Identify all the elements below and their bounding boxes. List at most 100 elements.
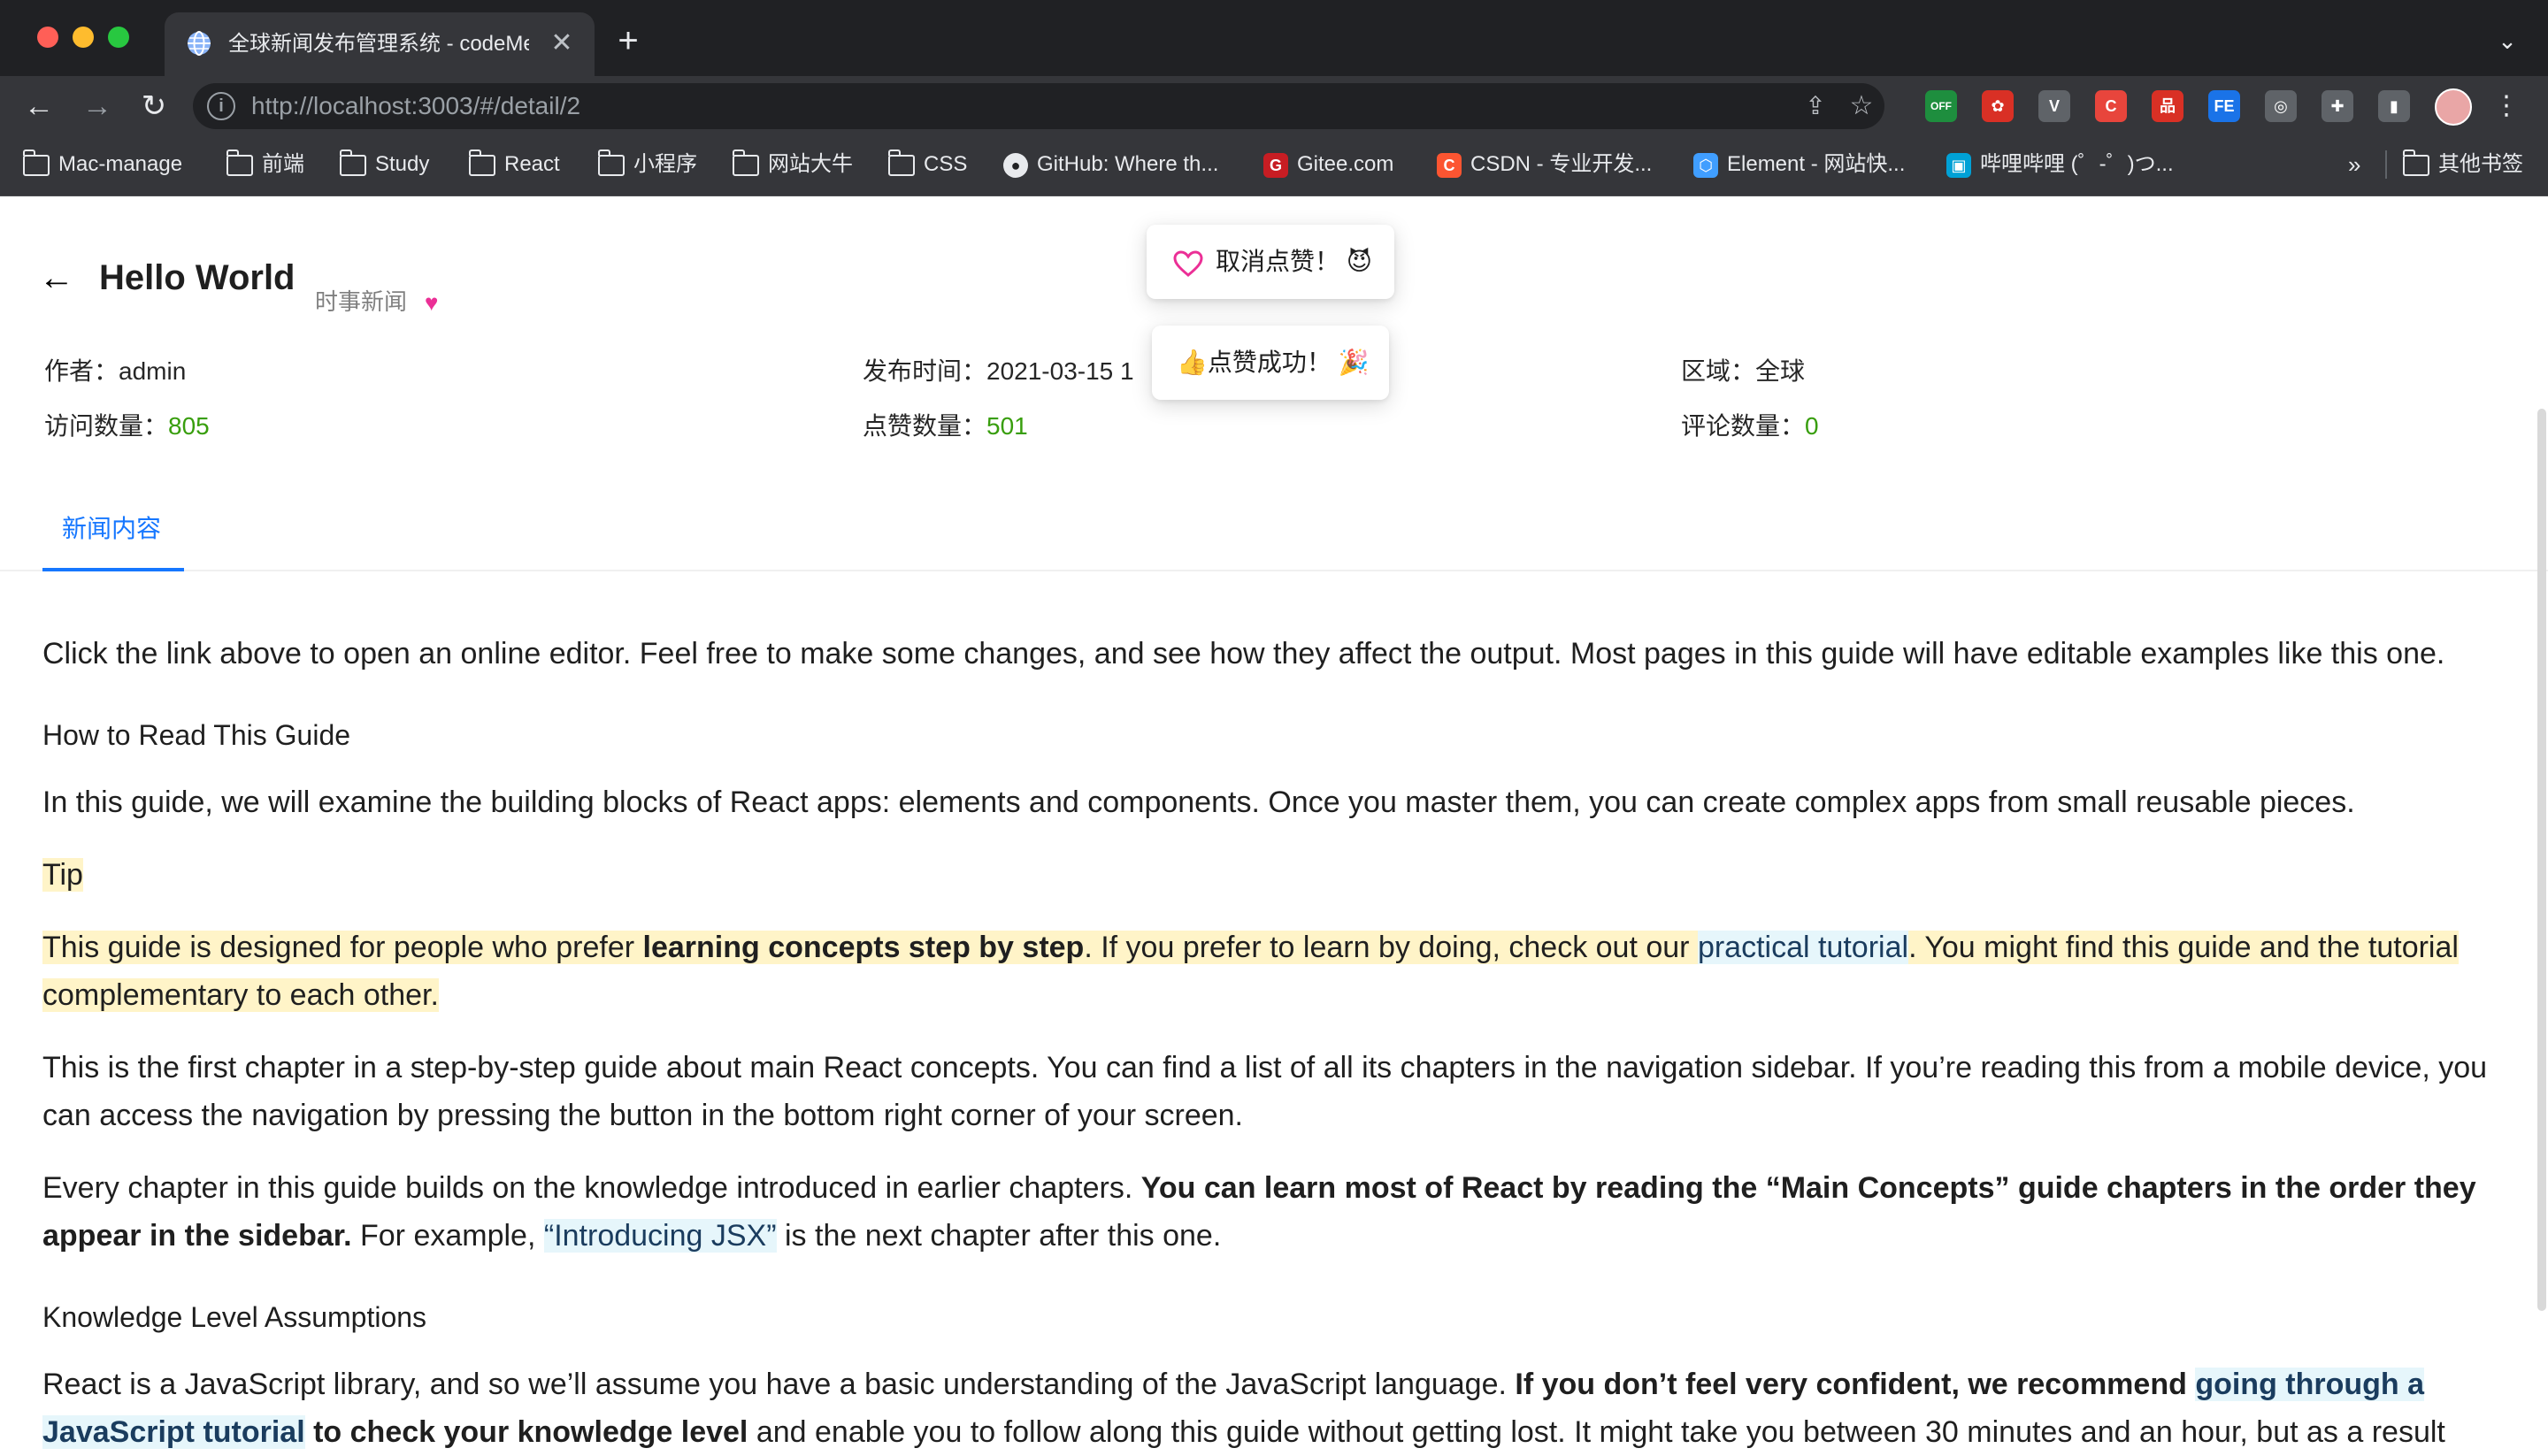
bookmark-label: 哔哩哔哩 (゜-゜)つ... [1980,152,2174,176]
bookmark-item[interactable]: React [468,147,560,182]
bookmark-item[interactable]: G Gitee.com [1263,147,1393,182]
red-extension-icon[interactable]: ✿ [1982,90,2014,122]
site-info-icon[interactable]: i [207,92,235,120]
region-label: 区域： [1681,357,1756,385]
close-window-button[interactable] [37,27,58,48]
tab-strip: 全球新闻发布管理系统 - codeMe ✕ + ⌄ [0,0,2548,76]
publish-value: 2021-03-15 1 [986,357,1134,385]
reload-icon[interactable]: ↻ [136,88,172,124]
fe-extension-icon[interactable]: FE [2208,90,2240,122]
meta-comments: 评论数量：0 [1681,410,1819,442]
bookmark-label: 前端 [262,152,304,176]
tab-search-chevron-icon[interactable]: ⌄ [2491,25,2523,57]
content-paragraph: Every chapter in this guide builds on th… [42,1164,2502,1260]
paragraph-text: For example, [351,1219,544,1253]
close-tab-icon[interactable]: ✕ [547,28,577,58]
bookmark-star-icon[interactable]: ☆ [1846,90,1877,122]
paragraph-text: Every chapter in this guide builds on th… [42,1171,1141,1205]
paragraph-bold-text: If you don’t feel very confident, we rec… [1515,1368,2196,1401]
content-paragraph: In this guide, we will examine the build… [42,785,2355,819]
paragraph-bold-text: to check your knowledge level [304,1415,748,1449]
comments-label: 评论数量： [1681,412,1806,440]
browser-menu-icon[interactable]: ⋮ [2493,88,2520,124]
news-category: 时事新闻 [315,288,408,315]
like-success-text: 点赞成功！ [1207,349,1332,376]
forward-arrow-icon[interactable]: → [80,88,115,124]
bookmark-item[interactable]: Mac-manage [22,147,182,182]
folder-icon [339,149,366,176]
bookmark-item[interactable]: 网站大牛 [732,147,853,182]
heart-outline-icon [1173,225,1203,299]
region-value: 全球 [1755,357,1806,385]
content-paragraph: Click the link above to open an online e… [42,637,2445,671]
introducing-jsx-link[interactable]: “Introducing JSX” [543,1219,777,1253]
meta-author: 作者：admin [44,356,186,387]
publish-label: 发布时间： [863,357,987,385]
url-text[interactable]: http://localhost:3003/#/detail/2 [251,90,580,122]
bilibili-icon: ▣ [1946,152,1971,178]
tip-bold-text: learning concepts step by step [642,931,1085,964]
sidepanel-extension-icon[interactable]: ▮ [2378,90,2410,122]
profile-avatar[interactable] [2435,88,2472,126]
folder-icon [226,149,253,176]
target-extension-icon[interactable]: ◎ [2265,90,2297,122]
gitee-icon: G [1263,152,1288,178]
bookmark-item[interactable]: C CSDN - 专业开发... [1437,147,1652,182]
bookmarks-divider [2385,150,2387,179]
bookmark-item[interactable]: CSS [887,147,967,182]
red-grid-extension-icon[interactable]: 品 [2152,90,2183,122]
browser-tab[interactable]: 全球新闻发布管理系统 - codeMe ✕ [165,12,595,76]
like-success-message: 👍点赞成功！ 🎉 [1152,326,1389,400]
bookmark-item[interactable]: ● GitHub: Where th... [1003,147,1218,182]
likes-label: 点赞数量： [863,412,987,440]
back-arrow-icon[interactable]: ← [21,88,57,124]
bookmark-item[interactable]: Study [339,147,429,182]
bookmark-item[interactable]: ▣ 哔哩哔哩 (゜-゜)つ... [1946,147,2174,182]
csdn-icon: C [1437,152,1462,178]
author-value: admin [119,357,187,385]
party-popper-icon: 🎉 [1338,349,1370,376]
element-icon: ⬡ [1693,152,1718,178]
off-extension-icon[interactable]: OFF [1925,90,1957,122]
scrollbar[interactable] [2537,409,2546,1311]
other-bookmarks-label: 其他书签 [2438,152,2523,176]
bookmark-label: GitHub: Where th... [1037,152,1219,176]
folder-icon [2402,149,2429,176]
new-tab-button[interactable]: + [610,23,646,58]
views-value: 805 [168,412,210,440]
tip-text: This guide is designed for people who pr… [42,931,643,964]
bookmark-label: 小程序 [633,152,697,176]
bookmark-item[interactable]: ⬡ Element - 网站快... [1693,147,1905,182]
bookmarks-overflow-icon[interactable]: » [2348,147,2360,182]
minimize-window-button[interactable] [73,27,94,48]
practical-tutorial-link[interactable]: practical tutorial [1697,931,1909,964]
news-content: Click the link above to open an online e… [42,630,2502,1456]
address-bar[interactable]: i http://localhost:3003/#/detail/2 ⇪ ☆ [193,83,1884,129]
bookmark-label: Element - 网站快... [1727,152,1906,176]
other-bookmarks[interactable]: 其他书签 [2402,147,2523,182]
folder-icon [887,149,915,176]
views-label: 访问数量： [44,412,169,440]
tab-title: 全球新闻发布管理系统 - codeMe [228,32,529,56]
bookmarks-bar: Mac-manage 前端 Study React 小程序 网站大牛 CSS ● GitHub:… [0,134,2548,196]
csdn-extension-icon[interactable]: C [2095,90,2127,122]
maximize-window-button[interactable] [108,27,129,48]
share-icon[interactable]: ⇪ [1800,90,1831,122]
like-heart-icon[interactable]: ♥ [425,288,438,317]
paragraph-text: is the next chapter after this one. [776,1219,1222,1253]
browser-chrome: 全球新闻发布管理系统 - codeMe ✕ + ⌄ ← → ↻ i http:/… [0,0,2548,196]
meta-likes: 点赞数量：501 [863,410,1028,442]
bookmark-item[interactable]: 小程序 [597,147,697,182]
meta-views: 访问数量：805 [44,410,210,442]
paragraph-text: React is a JavaScript library, and so we… [42,1368,1516,1401]
puzzle-extension-icon[interactable]: ✚ [2322,90,2353,122]
back-arrow-icon[interactable]: ← [39,260,74,295]
content-paragraph: This is the first chapter in a step-by-s… [42,1051,2488,1132]
vue-devtools-icon[interactable]: V [2038,90,2070,122]
browser-toolbar: ← → ↻ i http://localhost:3003/#/detail/2… [0,76,2548,134]
folder-icon [597,149,625,176]
bookmark-item[interactable]: 前端 [226,147,304,182]
tab-news-content[interactable]: 新闻内容 [62,513,161,545]
active-tab-indicator [42,568,184,571]
bookmark-label: 网站大牛 [768,152,853,176]
